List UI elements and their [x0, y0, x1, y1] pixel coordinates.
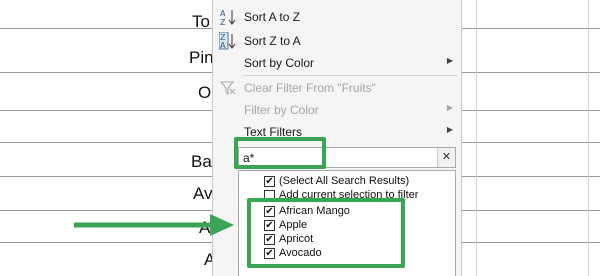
- arrow-right-icon: [74, 214, 234, 236]
- results-highlight-box: [247, 198, 405, 268]
- cell-fruit[interactable]: Av: [193, 184, 213, 204]
- clear-filter-icon: [219, 79, 237, 97]
- menu-item-label: Clear Filter From "Fruits": [244, 81, 376, 95]
- submenu-arrow-icon: ▶: [446, 56, 453, 65]
- menu-item-sort-by-color[interactable]: Sort by Color ▶: [213, 52, 461, 74]
- cell-fruit[interactable]: To: [192, 12, 210, 32]
- submenu-arrow-icon: ▶: [446, 125, 453, 134]
- grid-column-line: [588, 0, 589, 276]
- checkbox[interactable]: ✔: [264, 176, 275, 187]
- menu-item-sort-z-to-a[interactable]: Z A Sort Z to A: [213, 30, 461, 52]
- sort-a-z-icon: A Z: [219, 8, 237, 27]
- menu-item-label: Sort by Color: [244, 56, 315, 70]
- list-item-label: (Select All Search Results): [279, 175, 410, 187]
- sort-z-a-icon: Z A: [218, 31, 237, 50]
- menu-item-label: Sort A to Z: [244, 10, 301, 24]
- close-icon[interactable]: ✕: [437, 148, 455, 167]
- menu-item-label: Filter by Color: [244, 103, 319, 117]
- cell-fruit[interactable]: O: [198, 83, 211, 103]
- search-highlight-box: [234, 137, 326, 169]
- menu-item-sort-a-to-z[interactable]: A Z Sort A to Z: [213, 6, 461, 28]
- grid-column-line: [476, 0, 477, 276]
- menu-item-label: Sort Z to A: [244, 34, 301, 48]
- svg-text:Z: Z: [220, 18, 226, 26]
- cell-fruit[interactable]: Ba: [191, 152, 212, 172]
- menu-separator: [243, 75, 457, 76]
- svg-text:A: A: [220, 9, 226, 18]
- menu-item-filter-by-color[interactable]: Filter by Color ▶: [213, 99, 461, 121]
- svg-text:A: A: [220, 41, 226, 50]
- cell-fruit[interactable]: Pin: [189, 48, 214, 68]
- submenu-arrow-icon: ▶: [446, 103, 453, 112]
- menu-item-clear-filter[interactable]: Clear Filter From "Fruits": [213, 77, 461, 99]
